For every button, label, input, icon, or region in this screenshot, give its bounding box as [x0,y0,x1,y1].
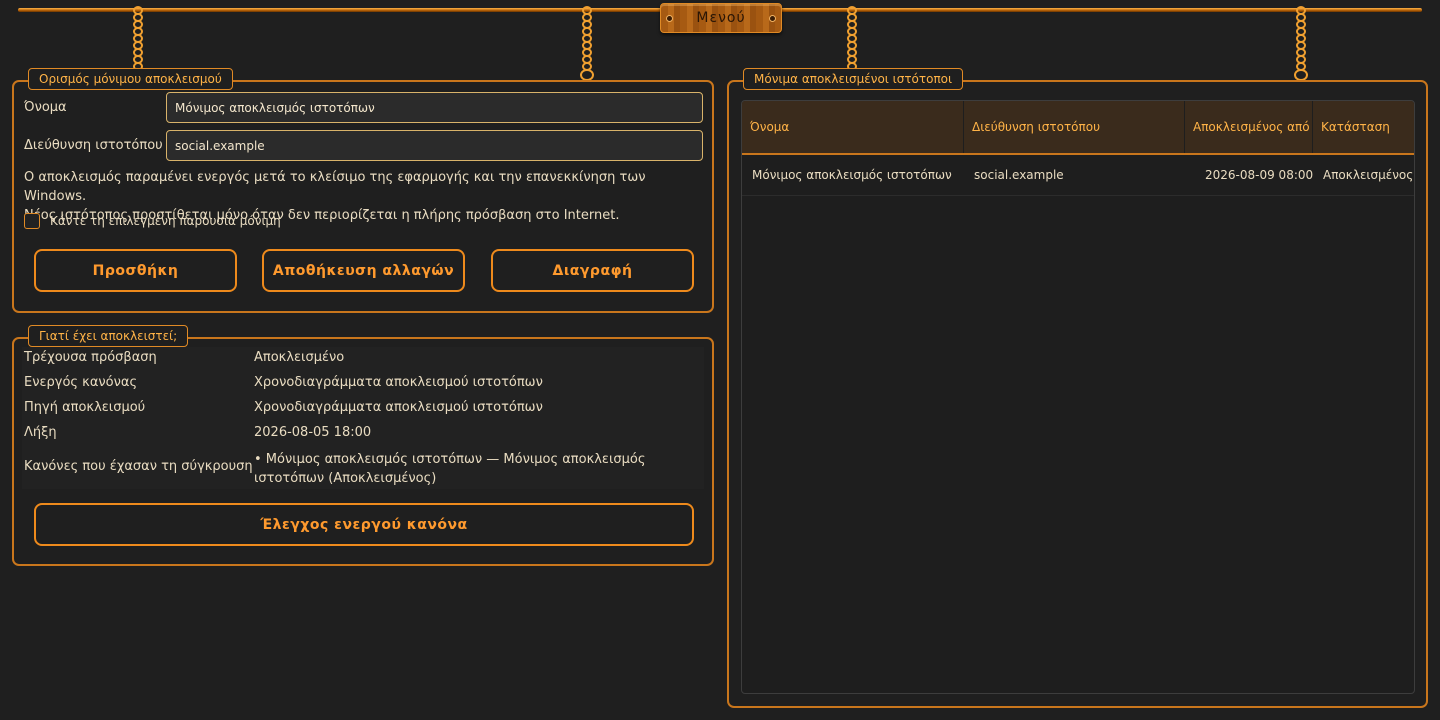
expiry-value: 2026-08-05 18:00 [254,425,372,440]
make-permanent-label: Κάντε τη επιλεγμένη παρουσία μόνιμη [50,214,281,228]
block-source-key: Πηγή αποκλεισμού [24,400,146,415]
cell-name: Μόνιμος αποκλεισμός ιστοτόπων [752,168,952,182]
permanent-block-panel: Ορισμός μόνιμου αποκλεισμού Όνομα Διεύθυ… [12,68,714,313]
cell-status: Αποκλεισμένος [1323,168,1414,182]
name-input[interactable] [166,92,703,123]
current-access-value: Αποκλεισμένο [254,350,345,365]
why-blocked-panel: Γιατί έχει αποκλειστεί; Τρέχουσα πρόσβασ… [12,325,714,566]
name-label: Όνομα [24,100,67,115]
lost-rules-value: • Μόνιμος αποκλεισμός ιστοτόπων — Μόνιμο… [254,452,646,486]
note-line-1: Ο αποκλεισμός παραμένει ενεργός μετά το … [24,170,646,204]
app-window: Μενού Ορισμός μόνιμου αποκλεισμού Όνομα … [0,0,1440,720]
expiry-key: Λήξη [24,425,57,440]
menu-button[interactable]: Μενού [660,3,782,33]
nail-icon [666,15,673,22]
column-header-status[interactable]: Κατάσταση [1313,101,1414,153]
info-row-lost-rules: Κανόνες που έχασαν τη σύγκρουση • Μόνιμο… [22,447,704,489]
blocked-sites-legend: Μόνιμα αποκλεισμένοι ιστότοποι [743,68,964,90]
blocked-sites-panel: Μόνιμα αποκλεισμένοι ιστότοποι Όνομα Διε… [727,68,1428,708]
check-active-rule-button[interactable]: Έλεγχος ενεργού κανόνα [34,503,694,546]
cell-blocked-since: 2026-08-09 08:00 [1205,168,1314,182]
info-row-expiry: Λήξη 2026-08-05 18:00 [22,422,704,447]
save-changes-button[interactable]: Αποθήκευση αλλαγών [262,249,465,292]
blocked-sites-table: Όνομα Διεύθυνση ιστοτόπου Αποκλεισμένος … [741,100,1415,694]
lost-rules-key: Κανόνες που έχασαν τη σύγκρουση [24,459,253,474]
chain-decoration [1294,6,1308,81]
permanent-block-legend: Ορισμός μόνιμου αποκλεισμού [28,68,233,90]
url-label: Διεύθυνση ιστοτόπου [24,138,163,153]
cell-url: social.example [974,168,1064,182]
table-header: Όνομα Διεύθυνση ιστοτόπου Αποκλεισμένος … [742,101,1414,155]
column-header-url[interactable]: Διεύθυνση ιστοτόπου [964,101,1185,153]
column-header-name[interactable]: Όνομα [742,101,964,153]
make-permanent-checkbox[interactable]: Κάντε τη επιλεγμένη παρουσία μόνιμη [24,213,281,229]
delete-button[interactable]: Διαγραφή [491,249,694,292]
nail-icon [769,15,776,22]
active-rule-value: Χρονοδιαγράμματα αποκλεισμού ιστοτόπων [254,375,543,390]
block-source-value: Χρονοδιαγράμματα αποκλεισμού ιστοτόπων [254,400,543,415]
active-rule-key: Ενεργός κανόνας [24,375,138,390]
info-row-block-source: Πηγή αποκλεισμού Χρονοδιαγράμματα αποκλε… [22,397,704,422]
checkbox-icon[interactable] [24,213,40,229]
why-blocked-legend: Γιατί έχει αποκλειστεί; [28,325,189,347]
current-access-key: Τρέχουσα πρόσβαση [24,350,157,365]
table-row[interactable]: Μόνιμος αποκλεισμός ιστοτόπων social.exa… [742,155,1414,196]
info-row-current-access: Τρέχουσα πρόσβαση Αποκλεισμένο [22,347,704,372]
add-button[interactable]: Προσθήκη [34,249,237,292]
column-header-blocked-since[interactable]: Αποκλεισμένος από [1185,101,1313,153]
chain-decoration [580,6,594,81]
menu-label: Μενού [696,10,746,26]
url-input[interactable] [166,130,703,161]
info-row-active-rule: Ενεργός κανόνας Χρονοδιαγράμματα αποκλει… [22,372,704,397]
